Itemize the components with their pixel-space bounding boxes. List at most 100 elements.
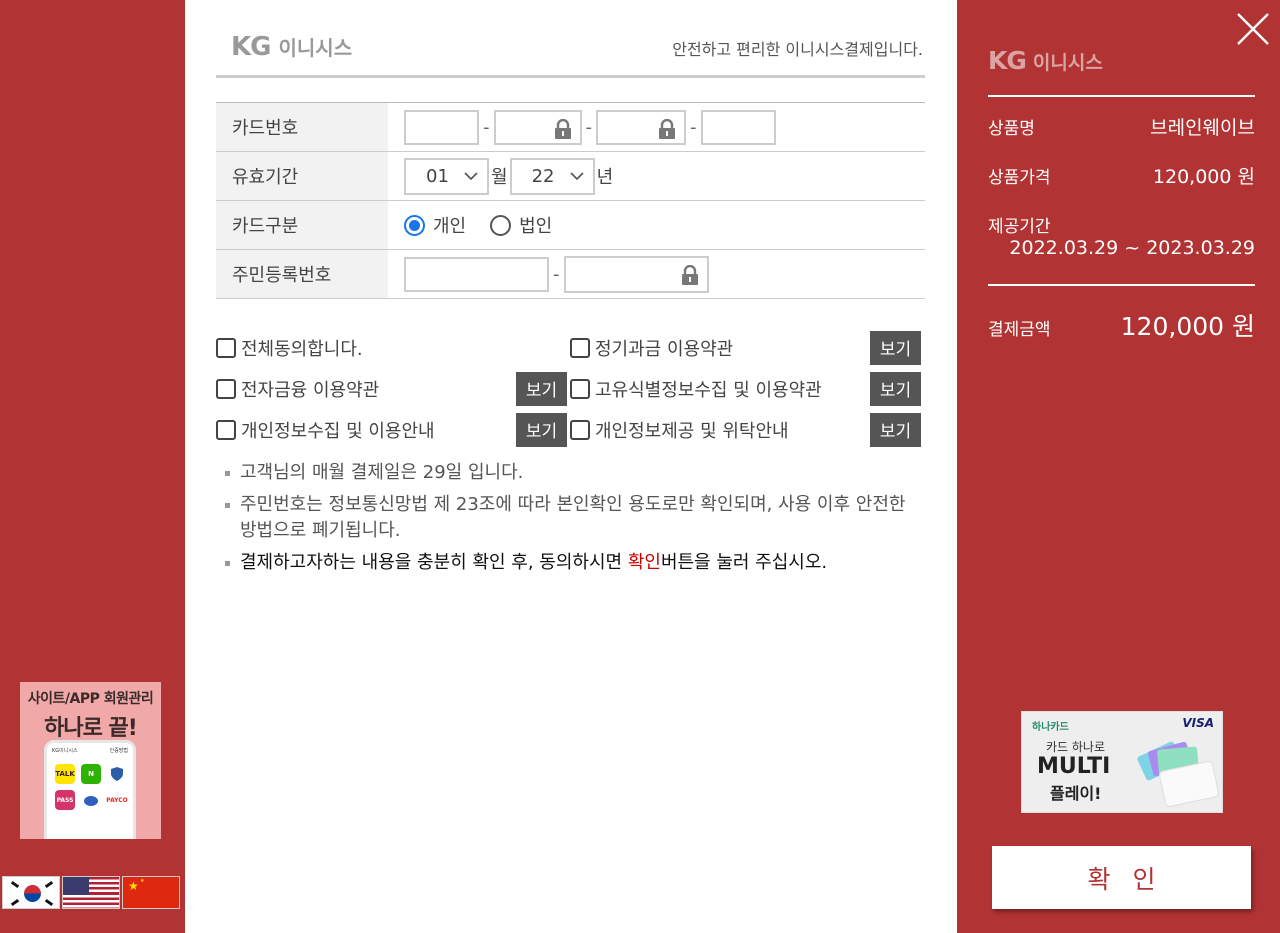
ad-line-2: 하나로 끝! <box>44 716 138 741</box>
confirm-note: 결제하고자하는 내용을 충분히 확인 후, 동의하시면 확인버튼을 눌러 주십시… <box>225 550 915 576</box>
separator: - <box>553 263 560 285</box>
privacy-provide-checkbox[interactable] <box>570 419 590 440</box>
summary-logo-kg: KG <box>988 46 1027 75</box>
lock-icon <box>659 118 675 139</box>
month-unit: 월 <box>491 167 508 188</box>
confirm-note-text: 결제하고자하는 내용을 충분히 확인 후, 동의하시면 <box>240 552 628 573</box>
privacy-provide-view-button[interactable]: 보기 <box>870 412 921 447</box>
notice-list: 고객님의 매월 결제일은 29일 입니다. 주민번호는 정보통신망법 제 23조… <box>225 460 915 582</box>
card-type-row: 카드구분 개인 법인 <box>216 201 925 250</box>
terms-section: 전체동의합니다. 정기과금 이용약관 보기 전자금융 이용약관 보기 고유식별정… <box>216 327 925 450</box>
privacy-collect-checkbox[interactable] <box>216 419 236 440</box>
kakao-icon: TALK <box>55 764 75 784</box>
card-number-row: 카드번호 - - - <box>216 103 925 152</box>
confirm-note-highlight: 확인 <box>627 552 661 573</box>
resident-number-label: 주민등록번호 <box>216 250 388 298</box>
form-header: KG 이니시스 안전하고 편리한 이니시스결제입니다. <box>216 28 925 78</box>
card-number-input-2[interactable] <box>493 109 582 145</box>
expiry-year-value: 22 <box>531 165 555 187</box>
us-flag-icon[interactable] <box>62 876 120 909</box>
bank-icon <box>81 790 101 810</box>
korean-flag-icon[interactable] <box>2 876 60 909</box>
logo-kg: KG <box>231 32 271 62</box>
card-form: 카드번호 - - - 유효기간 01 월 22 년 카드구분 개인 법인 주민등… <box>216 102 925 299</box>
expiry-row: 유효기간 01 월 22 년 <box>216 152 925 201</box>
shield-icon <box>107 764 127 784</box>
corporate-radio[interactable] <box>490 214 512 236</box>
personal-radio-label[interactable]: 개인 <box>433 212 466 238</box>
hana-card-ad[interactable]: 하나카드 VISA 카드 하나로 MULTI 플레이! <box>1021 711 1223 813</box>
lock-icon <box>681 264 698 285</box>
phone-mockup: KG이니시스 인증방법 TALK N PASS PAYCO <box>44 740 136 839</box>
separator: - <box>690 116 697 138</box>
recurring-terms-view-button[interactable]: 보기 <box>870 330 921 365</box>
product-value: 브레인웨이브 <box>1150 117 1255 139</box>
billing-day-note: 고객님의 매월 결제일은 29일 입니다. <box>225 460 915 486</box>
agree-all-item: 전체동의합니다. <box>216 330 570 366</box>
summary-divider <box>988 284 1255 286</box>
naver-icon: N <box>81 764 101 784</box>
expiry-month-select[interactable]: 01 <box>404 157 489 195</box>
e-finance-terms-item: 전자금융 이용약관 보기 <box>216 371 570 407</box>
summary-divider <box>988 95 1255 97</box>
expiry-year-select[interactable]: 22 <box>509 157 595 195</box>
summary-logo-name: 이니시스 <box>1032 52 1103 74</box>
e-finance-terms-label[interactable]: 전자금융 이용약관 <box>241 376 379 402</box>
inicis-logo: KG 이니시스 <box>231 32 352 62</box>
tagline: 안전하고 편리한 이니시스결제입니다. <box>672 40 923 59</box>
amount-label: 결제금액 <box>988 320 1051 340</box>
separator: - <box>483 116 490 138</box>
china-flag-icon[interactable]: ★ ★ <box>122 876 180 909</box>
product-row: 상품명 브레인웨이브 <box>988 113 1255 140</box>
chevron-down-icon <box>569 171 584 180</box>
card-number-input-1[interactable] <box>404 109 479 145</box>
price-value: 120,000 원 <box>1152 166 1255 188</box>
expiry-month-value: 01 <box>426 165 449 187</box>
agree-all-label[interactable]: 전체동의합니다. <box>241 335 363 361</box>
confirm-note-end: 버튼을 눌러 주십시오. <box>660 552 828 573</box>
resident-number-back-input[interactable] <box>563 255 709 293</box>
e-finance-terms-view-button[interactable]: 보기 <box>516 371 567 406</box>
amount-value: 120,000 원 <box>1120 312 1255 341</box>
card-number-input-4[interactable] <box>700 109 776 145</box>
personal-radio[interactable] <box>404 214 425 236</box>
order-summary-panel: KG 이니시스 상품명 브레인웨이브 상품가격 120,000 원 제공기간 2… <box>957 0 1280 933</box>
privacy-provide-item: 개인정보제공 및 위탁안내 보기 <box>570 412 924 448</box>
ad-line-1: 카드 하나로 <box>1046 740 1106 754</box>
resident-number-front-input[interactable] <box>404 256 549 292</box>
ad-line-3: 플레이! <box>1050 784 1102 803</box>
payment-form-panel: KG 이니시스 안전하고 편리한 이니시스결제입니다. 카드번호 - - - 유… <box>185 0 957 933</box>
language-selector: ★ ★ <box>2 876 180 909</box>
year-unit: 년 <box>596 167 614 188</box>
left-strip: 사이트/APP 회원관리 하나로 끝! KG이니시스 인증방법 TALK N P… <box>0 0 185 933</box>
expiry-label: 유효기간 <box>216 152 388 200</box>
period-label: 제공기간 <box>988 217 1051 237</box>
price-label: 상품가격 <box>988 168 1051 188</box>
confirm-button[interactable]: 확인 <box>992 846 1251 909</box>
card-number-label: 카드번호 <box>216 103 388 151</box>
recurring-terms-label[interactable]: 정기과금 이용약관 <box>595 335 733 361</box>
agree-all-checkbox[interactable] <box>216 337 236 358</box>
card-number-input-3[interactable] <box>596 109 686 145</box>
corporate-radio-label[interactable]: 법인 <box>519 212 552 238</box>
unique-id-terms-label[interactable]: 고유식별정보수집 및 이용약관 <box>595 376 822 402</box>
summary-inicis-logo: KG 이니시스 <box>988 46 1103 75</box>
close-icon[interactable] <box>1236 12 1270 46</box>
recurring-terms-checkbox[interactable] <box>570 337 590 358</box>
privacy-collect-item: 개인정보수집 및 이용안내 보기 <box>216 412 570 448</box>
privacy-collect-label[interactable]: 개인정보수집 및 이용안내 <box>241 417 435 443</box>
logo-name: 이니시스 <box>278 36 353 60</box>
e-finance-terms-checkbox[interactable] <box>216 378 236 399</box>
resident-number-note: 주민번호는 정보통신망법 제 23조에 따라 본인확인 용도로만 확인되며, 사… <box>225 492 915 544</box>
privacy-collect-view-button[interactable]: 보기 <box>516 412 567 447</box>
phone-menu: 인증방법 <box>109 748 128 754</box>
member-management-ad[interactable]: 사이트/APP 회원관리 하나로 끝! KG이니시스 인증방법 TALK N P… <box>20 682 161 839</box>
pass-icon: PASS <box>55 790 75 810</box>
recurring-terms-item: 정기과금 이용약관 보기 <box>570 330 924 366</box>
unique-id-terms-view-button[interactable]: 보기 <box>870 371 921 406</box>
price-row: 상품가격 120,000 원 <box>988 162 1255 189</box>
phone-brand: KG이니시스 <box>52 748 78 754</box>
period-value: 2022.03.29 ~ 2023.03.29 <box>1009 237 1255 259</box>
unique-id-terms-checkbox[interactable] <box>570 378 590 399</box>
privacy-provide-label[interactable]: 개인정보제공 및 위탁안내 <box>595 417 789 443</box>
